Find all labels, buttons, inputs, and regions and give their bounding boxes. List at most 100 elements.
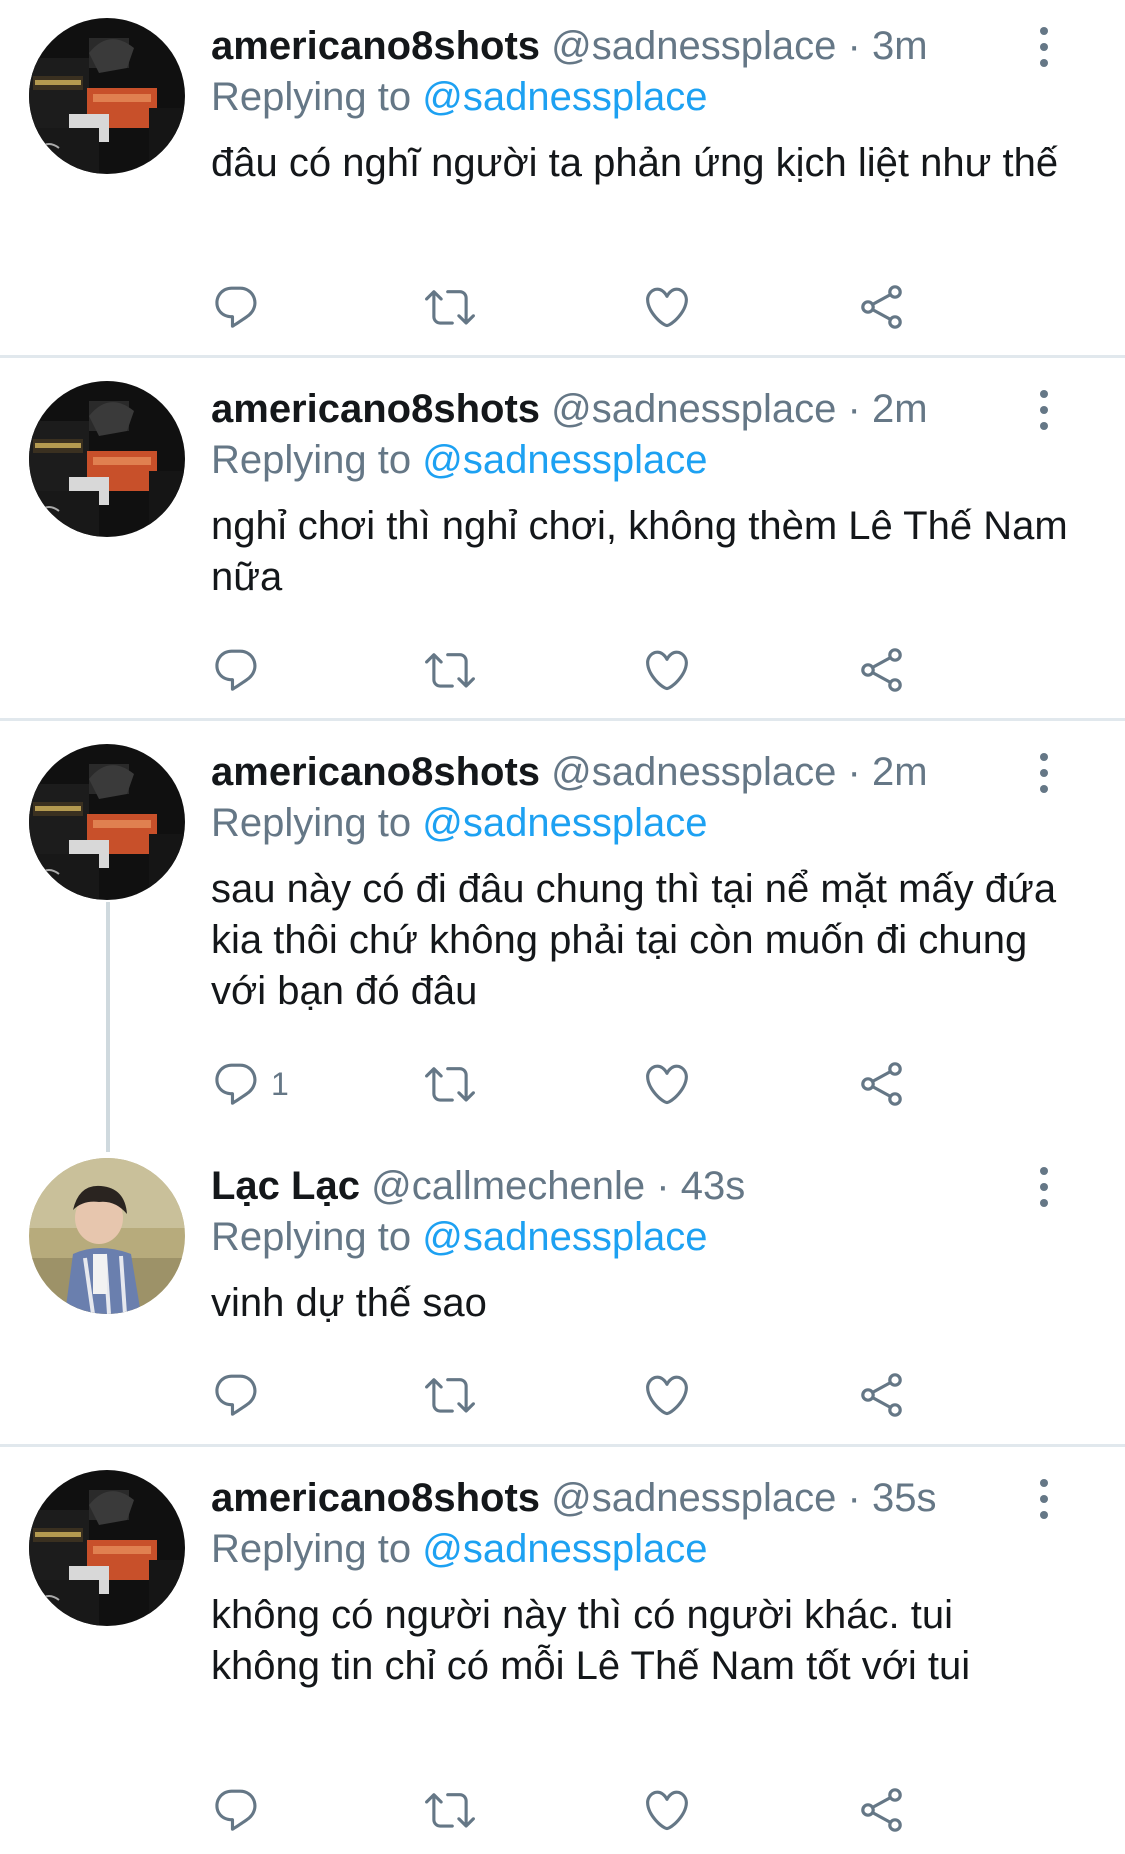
tweet-text: vinh dự thế sao — [211, 1281, 487, 1325]
heart-icon — [641, 1785, 693, 1835]
tweet-actions: 1 — [0, 1059, 1125, 1109]
more-options-icon[interactable] — [1036, 389, 1052, 431]
guitar-amp-avatar — [29, 1470, 185, 1626]
display-name[interactable]: americano8shots — [211, 1476, 540, 1520]
retweet-button[interactable] — [424, 1059, 476, 1109]
tweet-actions — [0, 645, 1125, 695]
reply-button[interactable] — [211, 1370, 271, 1420]
more-options-icon[interactable] — [1036, 1166, 1052, 1208]
like-button[interactable] — [641, 282, 693, 332]
person-photo-avatar — [29, 1158, 185, 1314]
replying-to: Replying to @sadnessplace — [211, 72, 707, 122]
reply-button[interactable] — [211, 645, 271, 695]
avatar[interactable] — [29, 1158, 185, 1314]
tweet-text: không có người này thì có người khác. tu… — [211, 1593, 971, 1688]
guitar-amp-avatar — [29, 744, 185, 900]
reply-icon — [211, 1059, 261, 1109]
mention-link[interactable]: @sadnessplace — [422, 75, 707, 119]
like-button[interactable] — [641, 1785, 693, 1835]
separator-dot: · — [847, 1476, 861, 1520]
avatar[interactable] — [29, 744, 185, 900]
separator-dot: · — [847, 387, 861, 431]
retweet-icon — [424, 1059, 476, 1109]
user-handle[interactable]: @sadnessplace — [551, 750, 836, 794]
guitar-amp-avatar — [29, 18, 185, 174]
display-name[interactable]: americano8shots — [211, 387, 540, 431]
share-icon — [858, 646, 906, 694]
mention-link[interactable]: @sadnessplace — [422, 438, 707, 482]
tweet-actions — [0, 1785, 1125, 1835]
tweet-text: nghỉ chơi thì nghỉ chơi, không thèm Lê T… — [211, 504, 1068, 599]
heart-icon — [641, 645, 693, 695]
replying-to-label: Replying to — [211, 801, 412, 845]
share-button[interactable] — [858, 1059, 906, 1109]
retweet-icon — [424, 1370, 476, 1420]
reply-button[interactable]: 1 — [211, 1059, 289, 1109]
reply-button[interactable] — [211, 282, 271, 332]
display-name[interactable]: americano8shots — [211, 750, 540, 794]
like-button[interactable] — [641, 1059, 693, 1109]
divider — [0, 718, 1125, 721]
reply-icon — [211, 645, 261, 695]
separator-dot: · — [656, 1164, 670, 1208]
tweet-header: americano8shots @sadnessplace · 3m — [211, 20, 928, 72]
replying-to-label: Replying to — [211, 1527, 412, 1571]
display-name[interactable]: Lạc Lạc — [211, 1164, 360, 1208]
retweet-icon — [424, 1785, 476, 1835]
more-options-icon[interactable] — [1036, 752, 1052, 794]
tweet-actions — [0, 1370, 1125, 1420]
reply-button[interactable] — [211, 1785, 271, 1835]
timestamp[interactable]: 35s — [872, 1476, 937, 1520]
timestamp[interactable]: 2m — [872, 387, 928, 431]
heart-icon — [641, 1370, 693, 1420]
share-icon — [858, 1060, 906, 1108]
timestamp[interactable]: 3m — [872, 24, 928, 68]
heart-icon — [641, 1059, 693, 1109]
reply-count: 1 — [271, 1066, 289, 1102]
timestamp[interactable]: 43s — [681, 1164, 746, 1208]
heart-icon — [641, 282, 693, 332]
replying-to-label: Replying to — [211, 75, 412, 119]
tweet-header: americano8shots @sadnessplace · 2m — [211, 746, 928, 798]
replying-to-label: Replying to — [211, 1215, 412, 1259]
retweet-button[interactable] — [424, 1785, 476, 1835]
retweet-button[interactable] — [424, 645, 476, 695]
more-options-icon[interactable] — [1036, 1478, 1052, 1520]
user-handle[interactable]: @sadnessplace — [551, 1476, 836, 1520]
separator-dot: · — [847, 24, 861, 68]
replying-to: Replying to @sadnessplace — [211, 1212, 707, 1262]
like-button[interactable] — [641, 1370, 693, 1420]
share-button[interactable] — [858, 1370, 906, 1420]
reply-icon — [211, 1370, 261, 1420]
share-icon — [858, 283, 906, 331]
tweet-header: Lạc Lạc @callmechenle · 43s — [211, 1160, 745, 1212]
more-options-icon[interactable] — [1036, 26, 1052, 68]
tweet-text: đâu có nghĩ người ta phản ứng kịch liệt … — [211, 141, 1059, 185]
share-icon — [858, 1786, 906, 1834]
mention-link[interactable]: @sadnessplace — [422, 801, 707, 845]
thread-connector-line — [106, 902, 110, 1152]
divider — [0, 1444, 1125, 1447]
avatar[interactable] — [29, 18, 185, 174]
share-button[interactable] — [858, 282, 906, 332]
mention-link[interactable]: @sadnessplace — [422, 1527, 707, 1571]
timestamp[interactable]: 2m — [872, 750, 928, 794]
reply-icon — [211, 282, 261, 332]
user-handle[interactable]: @sadnessplace — [551, 387, 836, 431]
retweet-button[interactable] — [424, 282, 476, 332]
replying-to: Replying to @sadnessplace — [211, 1524, 707, 1574]
like-button[interactable] — [641, 645, 693, 695]
retweet-button[interactable] — [424, 1370, 476, 1420]
display-name[interactable]: americano8shots — [211, 24, 540, 68]
avatar[interactable] — [29, 381, 185, 537]
user-handle[interactable]: @sadnessplace — [551, 24, 836, 68]
replying-to: Replying to @sadnessplace — [211, 435, 707, 485]
replying-to: Replying to @sadnessplace — [211, 798, 707, 848]
replying-to-label: Replying to — [211, 438, 412, 482]
mention-link[interactable]: @sadnessplace — [422, 1215, 707, 1259]
avatar[interactable] — [29, 1470, 185, 1626]
user-handle[interactable]: @callmechenle — [371, 1164, 645, 1208]
guitar-amp-avatar — [29, 381, 185, 537]
share-button[interactable] — [858, 645, 906, 695]
share-button[interactable] — [858, 1785, 906, 1835]
